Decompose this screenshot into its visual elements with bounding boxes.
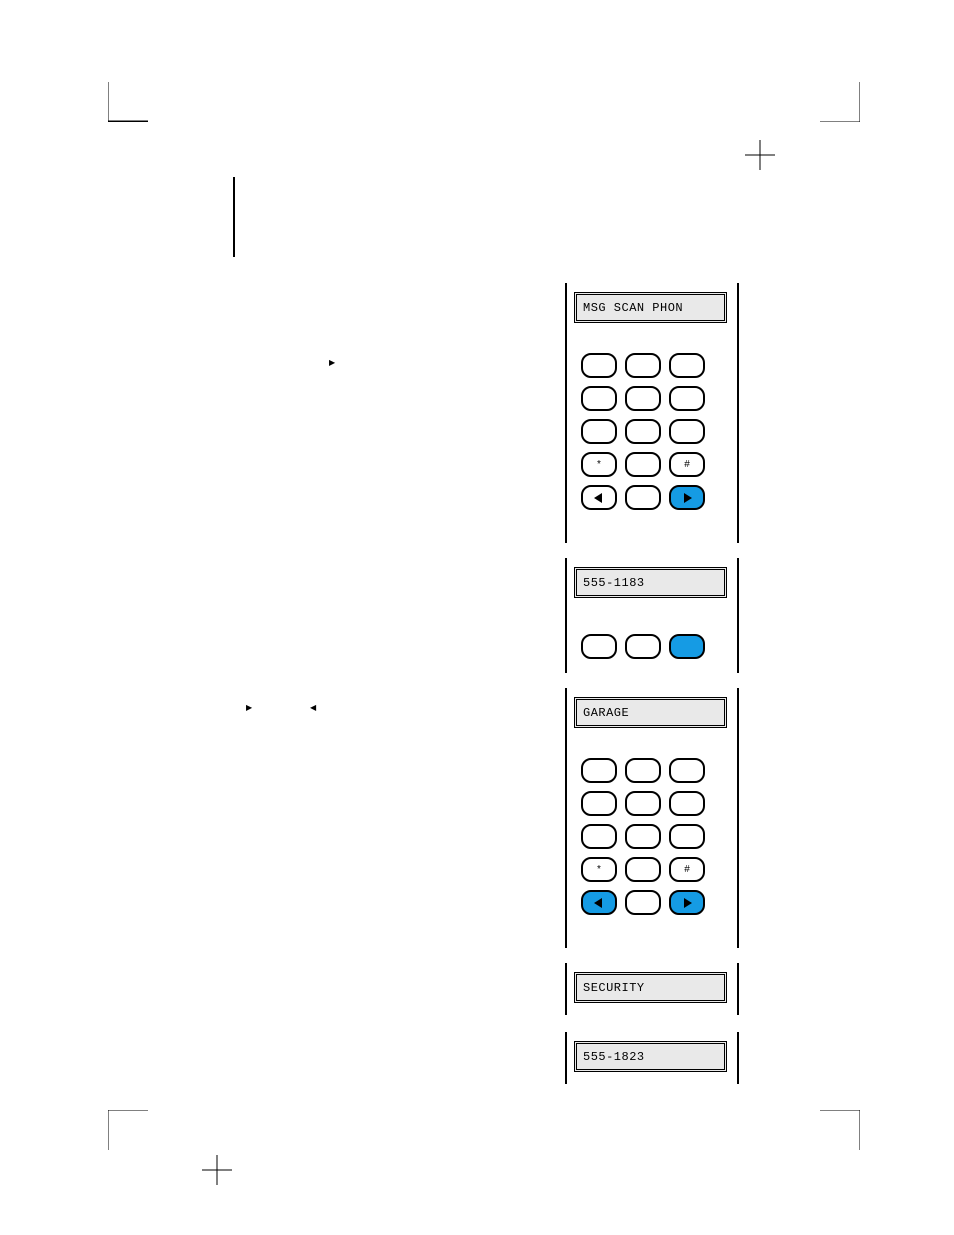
key-2b[interactable] [625,758,661,783]
key-8b[interactable] [625,824,661,849]
key-hash-b[interactable]: # [669,857,705,882]
inline-arrow-right-1: ▶ [329,358,335,367]
key-9b[interactable] [669,824,705,849]
key-5b[interactable] [625,791,661,816]
keypad-panel-2 [574,628,727,659]
key-star[interactable]: * [581,452,617,477]
key-1[interactable] [581,353,617,378]
key-2[interactable] [625,353,661,378]
key-0b[interactable] [625,857,661,882]
key-b[interactable] [625,634,661,659]
key-0[interactable] [625,452,661,477]
key-5[interactable] [625,386,661,411]
key-8[interactable] [625,419,661,444]
arrow-left-key-active[interactable] [581,890,617,915]
key-4[interactable] [581,386,617,411]
key-3[interactable] [669,353,705,378]
key-6b[interactable] [669,791,705,816]
lcd-menu: MSG SCAN PHON [574,292,727,323]
arrow-left-key[interactable] [581,485,617,510]
arrow-right-key-active-b[interactable] [669,890,705,915]
key-blank-b[interactable] [625,890,661,915]
key-3b[interactable] [669,758,705,783]
key-c-active[interactable] [669,634,705,659]
lcd-security: SECURITY [574,972,727,1003]
key-9[interactable] [669,419,705,444]
lcd-garage: GARAGE [574,697,727,728]
key-7[interactable] [581,419,617,444]
key-hash[interactable]: # [669,452,705,477]
key-7b[interactable] [581,824,617,849]
inline-arrow-right-2: ▶ [246,703,252,712]
key-blank[interactable] [625,485,661,510]
keypad-panel-3: * # [574,752,727,915]
key-6[interactable] [669,386,705,411]
arrow-right-key-active[interactable] [669,485,705,510]
inline-arrow-left-1: ◀ [310,703,316,712]
key-1b[interactable] [581,758,617,783]
key-a[interactable] [581,634,617,659]
lcd-number1: 555-1183 [574,567,727,598]
lcd-number2: 555-1823 [574,1041,727,1072]
key-star-b[interactable]: * [581,857,617,882]
key-4b[interactable] [581,791,617,816]
keypad-panel-1: * # [574,347,727,510]
